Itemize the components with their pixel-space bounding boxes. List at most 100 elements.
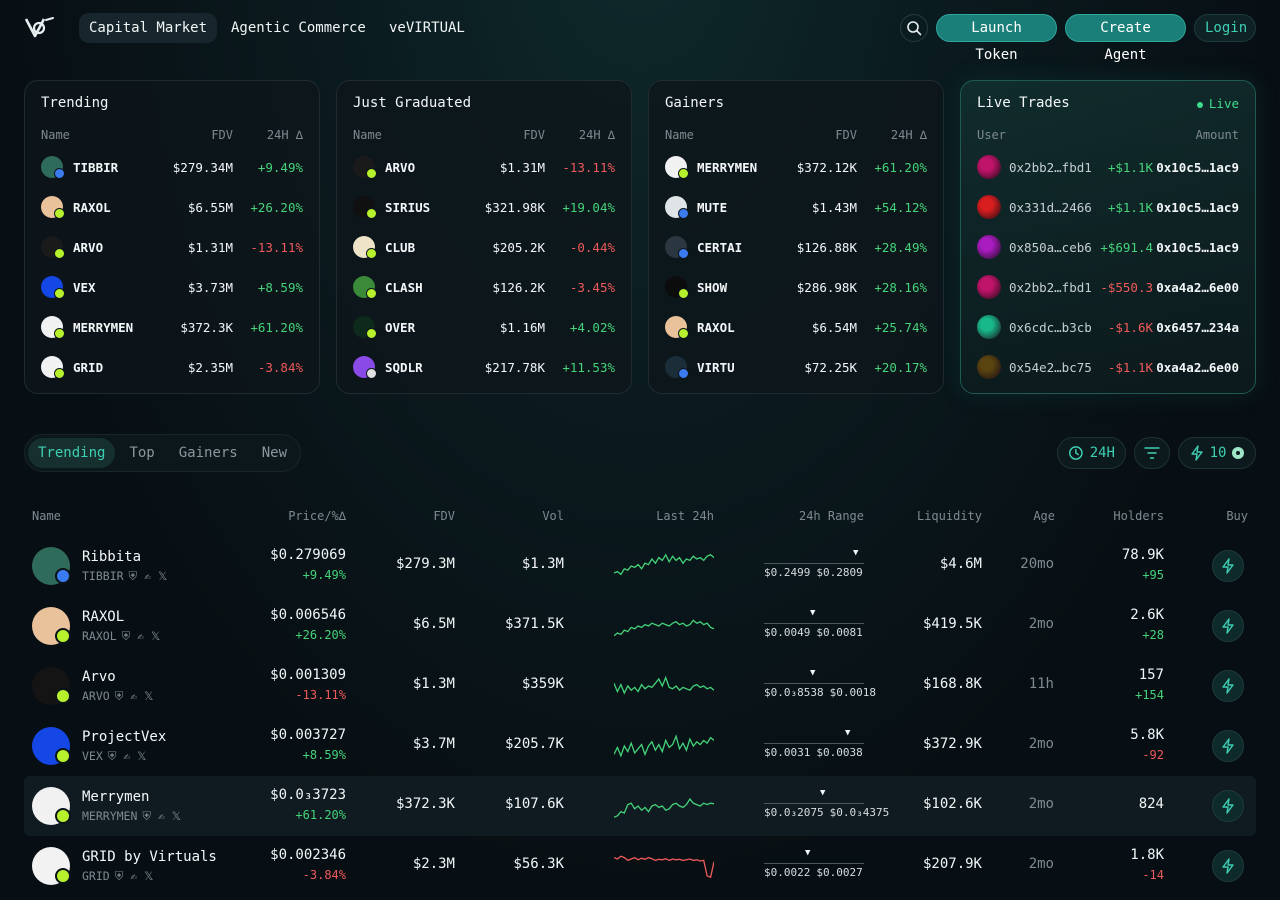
- token-row[interactable]: ARVO $1.31M -13.11%: [41, 236, 303, 260]
- token-row[interactable]: SHOW $286.98K +28.16%: [665, 276, 927, 300]
- range-low: $0.2499: [764, 566, 811, 579]
- user-avatar-icon: [977, 355, 1001, 379]
- chain-badge-icon: [366, 168, 377, 179]
- buy-button[interactable]: [1212, 670, 1244, 702]
- liquidity: $419.5K: [922, 616, 982, 632]
- fdv: $3.7M: [412, 736, 455, 752]
- token-row[interactable]: VIRTU $72.25K +20.17%: [665, 356, 927, 380]
- trade-token-address[interactable]: 0x10c5…1ac9: [1156, 200, 1239, 215]
- token-row[interactable]: MUTE $1.43M +54.12%: [665, 196, 927, 220]
- table-row[interactable]: RAXOL RAXOL ⛨ ✍ 𝕏 $0.006546 +26.20% $6.5M $371…: [24, 596, 1256, 656]
- fdv: $1.3M: [412, 676, 455, 692]
- quick-buy-amount-button[interactable]: 10: [1178, 437, 1256, 469]
- col-holders[interactable]: Holders: [1113, 509, 1164, 523]
- col-vol[interactable]: Vol: [542, 509, 564, 523]
- user-avatar-icon: [977, 195, 1001, 219]
- agent-name[interactable]: GRID by Virtuals: [82, 849, 217, 865]
- buy-button[interactable]: [1212, 790, 1244, 822]
- token-row[interactable]: RAXOL $6.55M +26.20%: [41, 196, 303, 220]
- table-row[interactable]: ProjectVex VEX ⛨ ✍ 𝕏 $0.003727 +8.59% $3.7M $2…: [24, 716, 1256, 776]
- trade-row[interactable]: 0x2bb2…fbd1 +$1.1K 0x10c5…1ac9: [977, 155, 1239, 179]
- trade-row[interactable]: 0x54e2…bc75 -$1.1K 0xa4a2…6e00: [977, 355, 1239, 379]
- filter-button[interactable]: [1134, 437, 1170, 469]
- range-high: $0.0027: [816, 866, 863, 879]
- virtuals-logo[interactable]: [22, 14, 56, 42]
- col-name[interactable]: Name: [32, 509, 61, 523]
- col-price[interactable]: Price/%∆: [288, 509, 346, 523]
- agent-name[interactable]: Merrymen: [82, 789, 149, 805]
- token-row[interactable]: CERTAI $126.88K +28.49%: [665, 236, 927, 260]
- col-fdv[interactable]: FDV: [433, 509, 455, 523]
- range-low: $0.0₃2075: [764, 806, 824, 819]
- buy-button[interactable]: [1212, 730, 1244, 762]
- card-title: Trending: [41, 95, 109, 111]
- token-symbol: SIRIUS: [385, 200, 431, 215]
- sparkline-chart: [614, 855, 714, 879]
- agent-name[interactable]: Arvo: [82, 669, 116, 685]
- token-row[interactable]: VEX $3.73M +8.59%: [41, 276, 303, 300]
- range-marker-icon: ▼: [810, 668, 816, 678]
- tab-trending[interactable]: Trending: [28, 438, 116, 468]
- tab-new[interactable]: New: [252, 438, 297, 468]
- agent-name[interactable]: RAXOL: [82, 609, 124, 625]
- launch-token-button[interactable]: Launch Token: [936, 14, 1057, 63]
- token-row[interactable]: RAXOL $6.54M +25.74%: [665, 316, 927, 340]
- nav-capital-market[interactable]: Capital Market: [79, 13, 218, 43]
- col-age[interactable]: Age: [1033, 509, 1055, 523]
- trade-token-address[interactable]: 0x10c5…1ac9: [1156, 160, 1239, 175]
- liquidity: $168.8K: [922, 676, 982, 692]
- token-row[interactable]: CLUB $205.2K -0.44%: [353, 236, 615, 260]
- trade-row[interactable]: 0x850a…ceb6 +$691.4 0x10c5…1ac9: [977, 235, 1239, 259]
- create-agent-button[interactable]: Create Agent: [1065, 14, 1186, 63]
- token-row[interactable]: MERRYMEN $372.3K +61.20%: [41, 316, 303, 340]
- table-row[interactable]: Arvo ARVO ⛨ ✍ 𝕏 $0.001309 -13.11% $1.3M $359K ▼…: [24, 656, 1256, 716]
- virtual-token-icon: [1232, 447, 1245, 459]
- token-row[interactable]: GRID $2.35M -3.84%: [41, 356, 303, 380]
- buy-button[interactable]: [1212, 550, 1244, 582]
- trade-row[interactable]: 0x331d…2466 +$1.1K 0x10c5…1ac9: [977, 195, 1239, 219]
- token-row[interactable]: MERRYMEN $372.12K +61.20%: [665, 156, 927, 180]
- token-row[interactable]: TIBBIR $279.34M +9.49%: [41, 156, 303, 180]
- token-row[interactable]: ARVO $1.31M -13.11%: [353, 156, 615, 180]
- trade-row[interactable]: 0x2bb2…fbd1 -$550.3 0xa4a2…6e00: [977, 275, 1239, 299]
- trade-row[interactable]: 0x6cdc…b3cb -$1.6K 0x6457…234a: [977, 315, 1239, 339]
- chain-badge-icon: [55, 628, 71, 644]
- token-row[interactable]: OVER $1.16M +4.02%: [353, 316, 615, 340]
- token-row[interactable]: SQDLR $217.78K +11.53%: [353, 356, 615, 380]
- agent-name[interactable]: Ribbita: [82, 549, 141, 565]
- table-row[interactable]: Merrymen MERRYMEN ⛨ ✍ 𝕏 $0.0₃3723 +61.20% $37…: [24, 776, 1256, 836]
- trade-token-address[interactable]: 0xa4a2…6e00: [1156, 360, 1239, 375]
- clock-icon: [1069, 446, 1083, 460]
- token-row[interactable]: SIRIUS $321.98K +19.04%: [353, 196, 615, 220]
- agent-name[interactable]: ProjectVex: [82, 729, 166, 745]
- chain-badge-icon: [678, 248, 689, 259]
- fdv: $6.5M: [412, 616, 455, 632]
- trade-token-address[interactable]: 0xa4a2…6e00: [1156, 280, 1239, 295]
- table-row[interactable]: GRID by Virtuals GRID ⛨ ✍ 𝕏 $0.002346 -3.84%…: [24, 836, 1256, 896]
- trade-token-address[interactable]: 0x10c5…1ac9: [1156, 240, 1239, 255]
- col-liquidity[interactable]: Liquidity: [917, 509, 982, 523]
- chain-badge-icon: [55, 748, 71, 764]
- price-range: ▼ $0.2499 $0.2809: [764, 548, 864, 588]
- chain-badge-icon: [54, 248, 65, 259]
- agent-ticker: VEX: [82, 749, 103, 763]
- trade-user: 0x850a…ceb6: [1009, 240, 1092, 255]
- nav-vevirtual[interactable]: veVIRTUAL: [379, 13, 475, 43]
- token-symbol: MERRYMEN: [73, 320, 134, 335]
- card-title: Gainers: [665, 95, 725, 111]
- token-row[interactable]: CLASH $126.2K -3.45%: [353, 276, 615, 300]
- trade-token-address[interactable]: 0x6457…234a: [1156, 320, 1239, 335]
- liquidity: $372.9K: [922, 736, 982, 752]
- fdv: $372.3K: [395, 796, 455, 812]
- search-button[interactable]: [900, 14, 928, 42]
- fdv: $279.3M: [395, 556, 455, 572]
- tab-gainers[interactable]: Gainers: [169, 438, 248, 468]
- period-filter-button[interactable]: 24H: [1057, 437, 1126, 469]
- nav-agentic-commerce[interactable]: Agentic Commerce: [221, 13, 376, 43]
- buy-button[interactable]: [1212, 850, 1244, 882]
- token-change: +25.74%: [874, 320, 927, 335]
- table-row[interactable]: Ribbita TIBBIR ⛨ ✍ 𝕏 $0.279069 +9.49% $279.3M…: [24, 536, 1256, 596]
- login-button[interactable]: Login: [1194, 14, 1256, 42]
- tab-top[interactable]: Top: [119, 438, 164, 468]
- buy-button[interactable]: [1212, 610, 1244, 642]
